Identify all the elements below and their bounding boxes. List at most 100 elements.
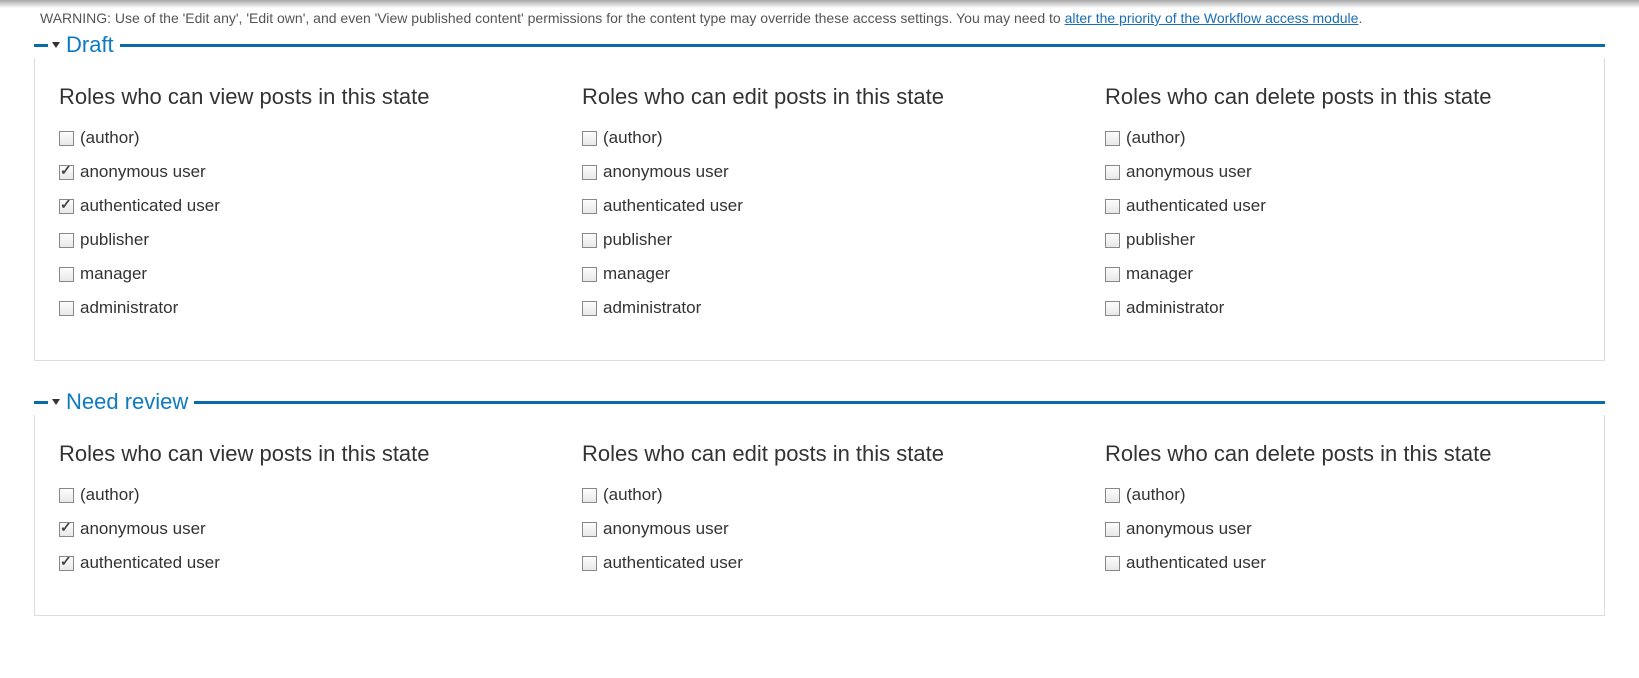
columns: Roles who can view posts in this state(a… bbox=[59, 435, 1580, 587]
role-label[interactable]: (author) bbox=[1126, 128, 1186, 148]
role-checkbox[interactable] bbox=[59, 233, 74, 248]
role-row: (author) bbox=[582, 485, 1057, 505]
column-heading: Roles who can edit posts in this state bbox=[582, 441, 1057, 467]
role-label[interactable]: publisher bbox=[1126, 230, 1195, 250]
role-label[interactable]: manager bbox=[1126, 264, 1193, 284]
role-checkbox[interactable] bbox=[1105, 522, 1120, 537]
role-label[interactable]: anonymous user bbox=[80, 519, 206, 539]
role-row: administrator bbox=[59, 298, 534, 318]
legend-dash bbox=[34, 44, 48, 47]
column-heading: Roles who can delete posts in this state bbox=[1105, 441, 1580, 467]
collapse-toggle-icon[interactable] bbox=[52, 42, 60, 48]
role-label[interactable]: authenticated user bbox=[603, 196, 743, 216]
role-checkbox[interactable] bbox=[59, 556, 74, 571]
column-heading: Roles who can view posts in this state bbox=[59, 84, 534, 110]
role-row: authenticated user bbox=[59, 553, 534, 573]
legend-rule bbox=[194, 401, 1605, 404]
role-checkbox[interactable] bbox=[582, 556, 597, 571]
role-checkbox[interactable] bbox=[582, 301, 597, 316]
permission-column: Roles who can delete posts in this state… bbox=[1105, 78, 1580, 332]
warning-link[interactable]: alter the priority of the Workflow acces… bbox=[1065, 10, 1359, 26]
role-label[interactable]: anonymous user bbox=[80, 162, 206, 182]
role-checkbox[interactable] bbox=[59, 301, 74, 316]
state-fieldset: Roles who can view posts in this state (a… bbox=[34, 58, 1605, 361]
role-checkbox[interactable] bbox=[582, 488, 597, 503]
role-row: manager bbox=[59, 264, 534, 284]
role-label[interactable]: anonymous user bbox=[1126, 162, 1252, 182]
legend-dash bbox=[34, 401, 48, 404]
role-label[interactable]: publisher bbox=[603, 230, 672, 250]
role-checkbox[interactable] bbox=[582, 522, 597, 537]
role-checkbox[interactable] bbox=[59, 131, 74, 146]
warning-text: WARNING: Use of the 'Edit any', 'Edit ow… bbox=[0, 8, 1639, 32]
role-checkbox[interactable] bbox=[1105, 556, 1120, 571]
collapse-toggle-icon[interactable] bbox=[52, 399, 60, 405]
role-row: (author) bbox=[582, 128, 1057, 148]
role-checkbox[interactable] bbox=[582, 233, 597, 248]
role-checkbox[interactable] bbox=[1105, 165, 1120, 180]
role-checkbox[interactable] bbox=[582, 199, 597, 214]
role-checkbox[interactable] bbox=[1105, 488, 1120, 503]
columns: Roles who can view posts in this state (a… bbox=[59, 78, 1580, 332]
top-shadow bbox=[0, 0, 1639, 8]
role-checkbox[interactable] bbox=[59, 522, 74, 537]
permission-column: Roles who can view posts in this state(a… bbox=[59, 435, 534, 587]
role-label[interactable]: administrator bbox=[80, 298, 178, 318]
role-label[interactable]: anonymous user bbox=[603, 162, 729, 182]
role-checkbox[interactable] bbox=[59, 199, 74, 214]
role-row: (author) bbox=[1105, 485, 1580, 505]
role-label[interactable]: anonymous user bbox=[1126, 519, 1252, 539]
role-row: administrator bbox=[1105, 298, 1580, 318]
role-checkbox[interactable] bbox=[1105, 199, 1120, 214]
role-row: administrator bbox=[582, 298, 1057, 318]
role-checkbox[interactable] bbox=[1105, 267, 1120, 282]
role-label[interactable]: anonymous user bbox=[603, 519, 729, 539]
permission-column: Roles who can view posts in this state (a… bbox=[59, 78, 534, 332]
warning-prefix: WARNING: Use of the 'Edit any', 'Edit ow… bbox=[40, 10, 1065, 26]
role-label[interactable]: (author) bbox=[603, 128, 663, 148]
role-row: (author) bbox=[59, 128, 534, 148]
role-checkbox[interactable] bbox=[1105, 233, 1120, 248]
role-checkbox[interactable] bbox=[1105, 131, 1120, 146]
role-checkbox[interactable] bbox=[59, 267, 74, 282]
role-label[interactable]: (author) bbox=[603, 485, 663, 505]
role-row: anonymous user bbox=[1105, 162, 1580, 182]
role-label[interactable]: (author) bbox=[80, 485, 140, 505]
role-row: anonymous user bbox=[582, 519, 1057, 539]
role-row: publisher bbox=[59, 230, 534, 250]
permission-column: Roles who can delete posts in this state… bbox=[1105, 435, 1580, 587]
warning-suffix: . bbox=[1358, 10, 1362, 26]
fieldset-legend[interactable]: Draft bbox=[34, 32, 1605, 58]
role-checkbox[interactable] bbox=[59, 165, 74, 180]
role-checkbox[interactable] bbox=[582, 267, 597, 282]
role-row: publisher bbox=[582, 230, 1057, 250]
role-label[interactable]: administrator bbox=[603, 298, 701, 318]
role-label[interactable]: manager bbox=[80, 264, 147, 284]
legend-rule bbox=[120, 44, 1605, 47]
role-row: anonymous user bbox=[582, 162, 1057, 182]
role-checkbox[interactable] bbox=[582, 165, 597, 180]
state-title[interactable]: Need review bbox=[66, 389, 194, 415]
role-checkbox[interactable] bbox=[582, 131, 597, 146]
role-label[interactable]: authenticated user bbox=[80, 196, 220, 216]
role-row: publisher bbox=[1105, 230, 1580, 250]
role-checkbox[interactable] bbox=[59, 488, 74, 503]
role-label[interactable]: (author) bbox=[1126, 485, 1186, 505]
role-label[interactable]: authenticated user bbox=[1126, 196, 1266, 216]
role-label[interactable]: authenticated user bbox=[603, 553, 743, 573]
role-label[interactable]: administrator bbox=[1126, 298, 1224, 318]
column-heading: Roles who can delete posts in this state bbox=[1105, 84, 1580, 110]
role-row: authenticated user bbox=[582, 553, 1057, 573]
state-fieldset: Roles who can view posts in this state(a… bbox=[34, 415, 1605, 616]
role-label[interactable]: authenticated user bbox=[1126, 553, 1266, 573]
column-heading: Roles who can edit posts in this state bbox=[582, 84, 1057, 110]
role-row: (author) bbox=[1105, 128, 1580, 148]
state-title[interactable]: Draft bbox=[66, 32, 120, 58]
role-label[interactable]: manager bbox=[603, 264, 670, 284]
role-label[interactable]: (author) bbox=[80, 128, 140, 148]
role-label[interactable]: authenticated user bbox=[80, 553, 220, 573]
role-checkbox[interactable] bbox=[1105, 301, 1120, 316]
permission-column: Roles who can edit posts in this state (a… bbox=[582, 78, 1057, 332]
role-label[interactable]: publisher bbox=[80, 230, 149, 250]
fieldset-legend[interactable]: Need review bbox=[34, 389, 1605, 415]
